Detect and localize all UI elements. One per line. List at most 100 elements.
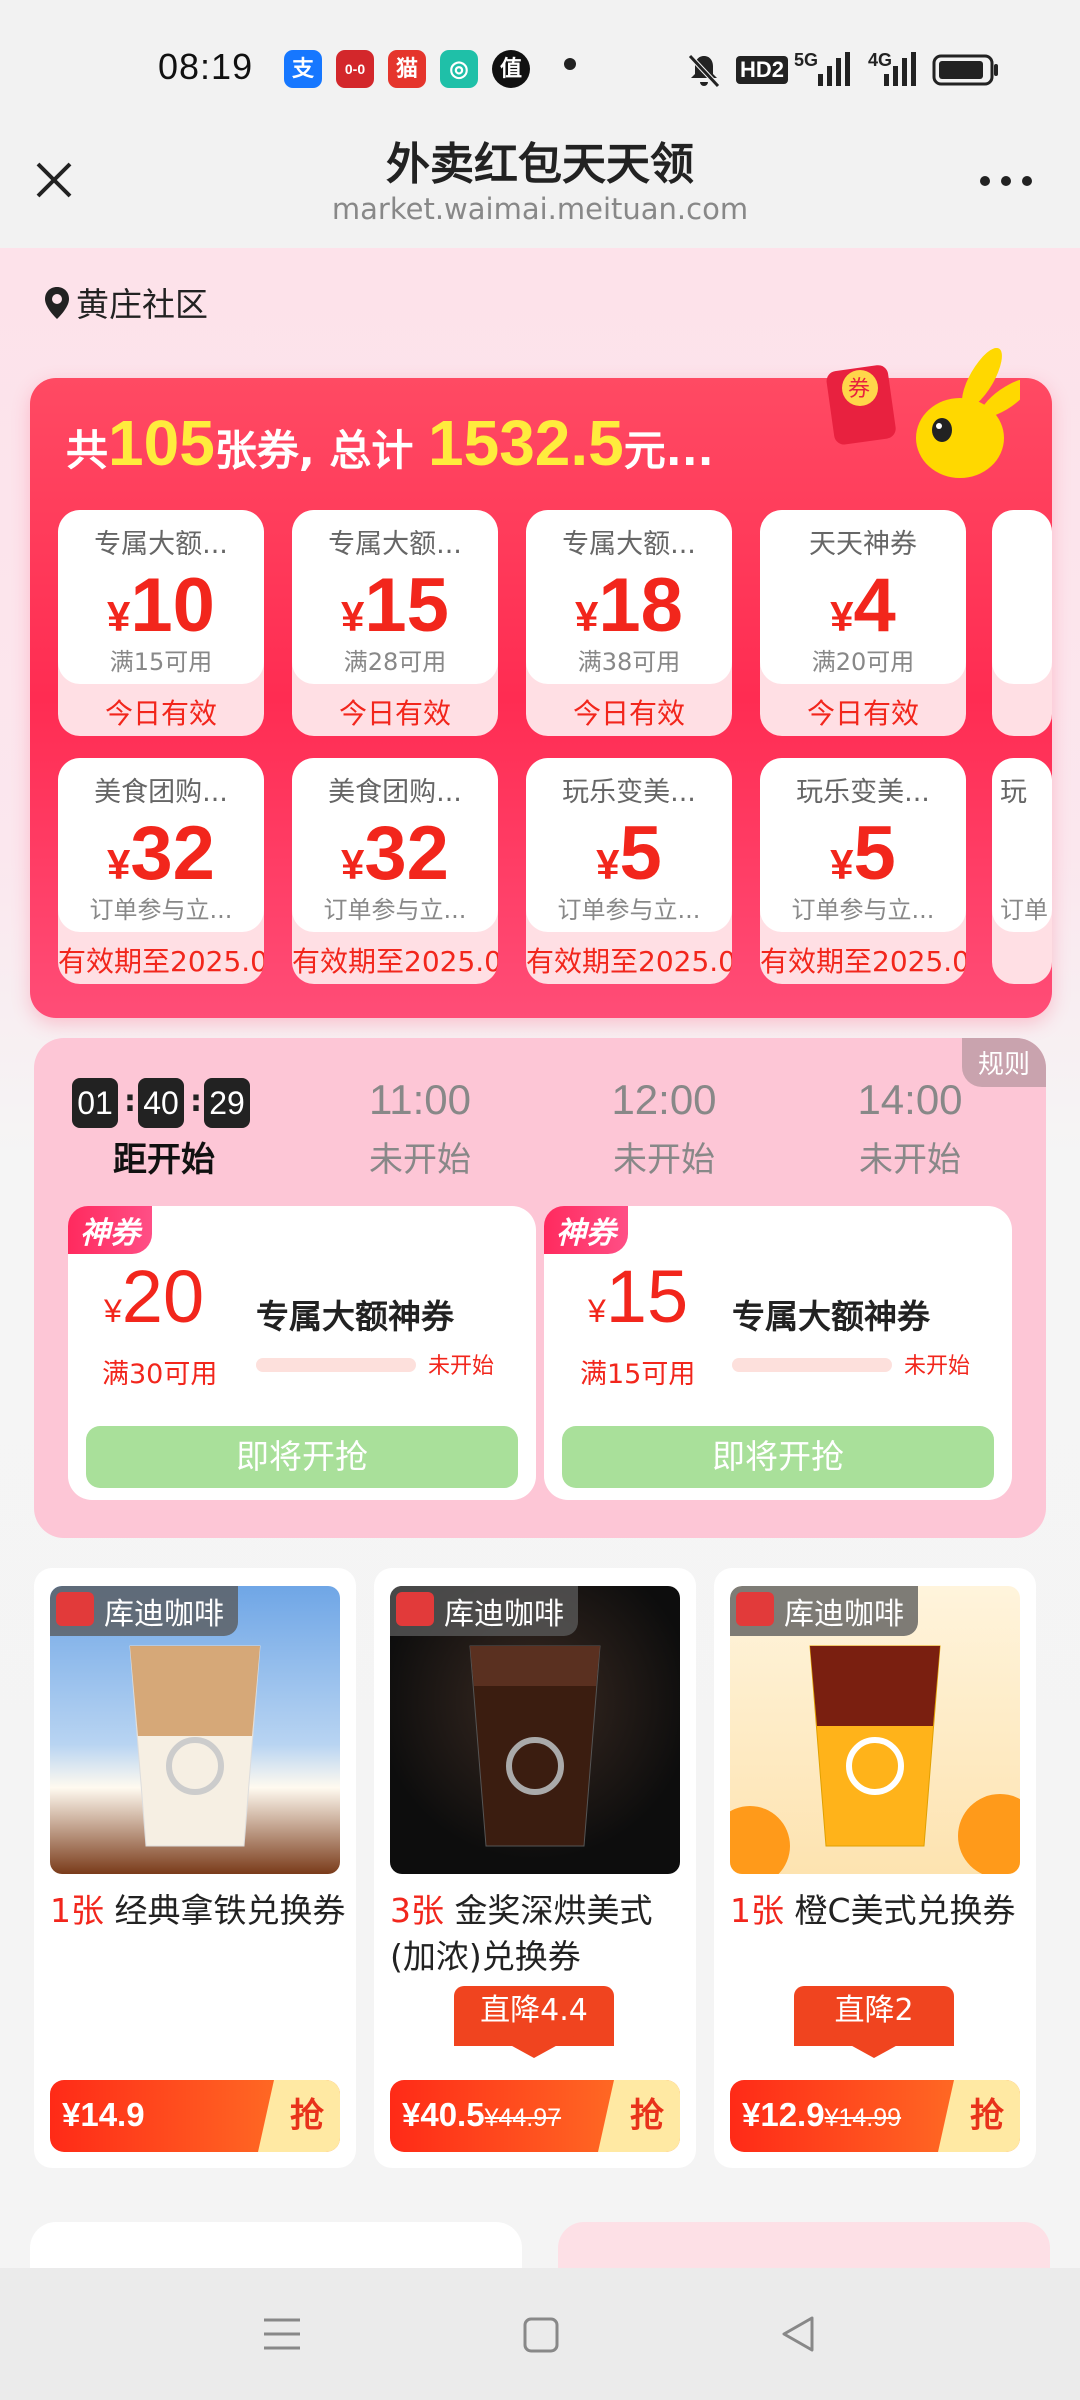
coupon-title: 美食团购... — [328, 777, 462, 808]
product-title: 1张 橙C美式兑换券 — [730, 1888, 1026, 1934]
location-label: 黄庄社区 — [76, 285, 208, 324]
coupon-currency: ¥ — [596, 841, 620, 888]
coupon-amount: ¥10 — [58, 562, 264, 649]
coupon-title: 专属大额... — [562, 529, 696, 560]
cotti-logo-icon — [56, 1592, 94, 1626]
product-count: 1张 — [50, 1891, 104, 1930]
deal-amount: ¥20 — [104, 1254, 204, 1339]
coupon-amount-value: 10 — [130, 563, 215, 648]
mute-bell-icon — [688, 54, 720, 88]
coupon-validity: 今日有效 — [806, 697, 919, 730]
slot-time: 12:00 — [611, 1076, 717, 1123]
cotti-logo-icon — [396, 1592, 434, 1626]
product-count: 1张 — [730, 1891, 784, 1930]
slot-status: 未开始 — [613, 1140, 715, 1180]
coupon-card[interactable]: 美食团购... ¥32 订单参与立... 有效期至2025.0 — [58, 758, 264, 984]
coupon-summary: 共105张券, 总计 1532.5元... — [66, 406, 714, 480]
page-content: 黄庄社区 共105张券, 总计 1532.5元... 专属大额... ¥10 满15… — [0, 248, 1080, 2268]
coupon-card[interactable]: 专属大额... ¥15 满28可用今日有效 — [292, 510, 498, 736]
coupon-card[interactable]: 天天神券 ¥4 满20可用 今日有效 — [760, 510, 966, 736]
coupon-title: 玩乐变美... — [562, 777, 696, 808]
product-image: 库迪咖啡 — [730, 1586, 1020, 1874]
back-icon[interactable] — [778, 2314, 818, 2354]
product-image: 库迪咖啡 — [390, 1586, 680, 1874]
coupon-amount: ¥15 — [292, 562, 498, 649]
coupon-card-peek[interactable]: 玩 订单 — [992, 758, 1052, 984]
deal-status: 未开始 — [904, 1354, 971, 1379]
grab-soon-button[interactable]: 即将开抢 — [562, 1426, 994, 1488]
product-card[interactable]: 库迪咖啡 3张 金奖深烘美式(加浓)兑换券 直降4.4 ¥40.5¥44.97 抢 — [374, 1568, 696, 2168]
grab-soon-button[interactable]: 即将开抢 — [86, 1426, 518, 1488]
coupon-validity: 今日有效 — [338, 697, 451, 730]
brand-badge: 库迪咖啡 — [390, 1586, 578, 1636]
deal-progress-bar — [732, 1358, 892, 1372]
deal-progress-bar — [256, 1358, 416, 1372]
summary-prefix: 共 — [66, 426, 109, 475]
deal-card[interactable]: 神券 ¥15 满15可用 专属大额神券 未开始 即将开抢 — [544, 1206, 1012, 1500]
location-pin-icon — [45, 287, 69, 319]
peek-title: 玩 — [1000, 777, 1027, 808]
coupon-card[interactable]: 美食团购... ¥32 订单参与立... 有效期至2025.0 — [292, 758, 498, 984]
coupon-amount-value: 32 — [364, 811, 449, 896]
coupon-amount: ¥4 — [760, 562, 966, 649]
price-value: ¥40.5 — [402, 2096, 485, 2133]
coupon-validity: 有效期至2025.0 — [292, 945, 498, 978]
status-bar: 08:19 支 0-0 猫 ◎ 值 HD2 5G 4G — [0, 0, 1080, 140]
coupon-amount: ¥5 — [526, 810, 732, 897]
deal-currency: ¥ — [588, 1293, 606, 1329]
summary-suffix: 元... — [623, 426, 714, 475]
original-price: ¥44.97 — [484, 2104, 562, 2132]
buy-button[interactable]: ¥12.9¥14.99 抢 — [730, 2080, 1020, 2152]
coupon-validity: 今日有效 — [572, 697, 685, 730]
coupon-amount-value: 18 — [598, 563, 683, 648]
product-title: 3张 金奖深烘美式(加浓)兑换券 — [390, 1888, 686, 1980]
time-slot-1[interactable]: 11:00 未开始 — [320, 1038, 520, 1198]
coupon-title: 专属大额... — [328, 529, 462, 560]
deal-card[interactable]: 神券 ¥20 满30可用 专属大额神券 未开始 即将开抢 — [68, 1206, 536, 1500]
cotti-logo-icon — [736, 1592, 774, 1626]
coupon-amount: ¥32 — [58, 810, 264, 897]
time-slot-3[interactable]: 14:00 未开始 — [810, 1038, 1010, 1198]
coupon-card[interactable]: 玩乐变美... ¥5 订单参与立... 有效期至2025.0 — [526, 758, 732, 984]
coupon-currency: ¥ — [107, 841, 131, 888]
svg-text:券: 券 — [848, 377, 870, 402]
coupon-amount-value: 5 — [853, 811, 896, 896]
buy-button[interactable]: ¥40.5¥44.97 抢 — [390, 2080, 680, 2152]
hd-icon: HD2 — [736, 56, 789, 84]
coupon-total: 1532.5 — [428, 407, 624, 479]
latte-cup-illustration — [129, 1645, 261, 1847]
countdown-label: 距开始 — [113, 1140, 215, 1180]
deal-amount: ¥15 — [588, 1254, 688, 1339]
coupon-currency: ¥ — [830, 593, 854, 640]
app-icon: 0-0 — [336, 50, 374, 88]
coupon-card[interactable]: 专属大额... ¥18 满38可用 今日有效 — [526, 510, 732, 736]
coupon-condition: 满28可用 — [343, 648, 447, 676]
buy-button[interactable]: ¥14.9 抢 — [50, 2080, 340, 2152]
smzdm-icon: 值 — [492, 50, 530, 88]
product-card[interactable]: 库迪咖啡 1张 橙C美式兑换券 直降2 ¥12.9¥14.99 抢 — [714, 1568, 1036, 2168]
coupon-condition: 订单参与立... — [89, 896, 233, 924]
coupon-amount-value: 4 — [853, 563, 896, 648]
grab-label: 抢 — [938, 2080, 1020, 2152]
location-selector[interactable]: 黄庄社区 — [44, 278, 208, 326]
coupon-validity: 有效期至2025.0 — [760, 945, 966, 978]
summary-mid: 张券, 总计 — [214, 426, 414, 475]
more-notifications-icon — [564, 58, 576, 70]
home-icon[interactable] — [522, 2316, 560, 2354]
deal-condition: 满15可用 — [580, 1359, 696, 1390]
coupon-condition: 订单参与立... — [557, 896, 701, 924]
coupon-title: 天天神券 — [809, 529, 917, 560]
product-card[interactable]: 库迪咖啡 1张 经典拿铁兑换券 ¥14.9 抢 — [34, 1568, 356, 2168]
coupon-amount-value: 5 — [619, 811, 662, 896]
deal-tag: 神券 — [68, 1206, 152, 1254]
menu-icon[interactable] — [262, 2316, 302, 2352]
brand-badge: 库迪咖啡 — [730, 1586, 918, 1636]
coupon-card-peek[interactable] — [992, 510, 1052, 736]
time-slot-2[interactable]: 12:00 未开始 — [564, 1038, 764, 1198]
grab-label: 抢 — [598, 2080, 680, 2152]
coupon-card[interactable]: 专属大额... ¥10 满15可用 今日有效 — [58, 510, 264, 736]
slot-time: 11:00 — [369, 1076, 471, 1123]
price-value: ¥12.9 — [742, 2096, 825, 2133]
product-name: 橙C美式兑换券 — [794, 1891, 1016, 1930]
coupon-card[interactable]: 玩乐变美... ¥5 订单参与立... 有效期至2025.0 — [760, 758, 966, 984]
